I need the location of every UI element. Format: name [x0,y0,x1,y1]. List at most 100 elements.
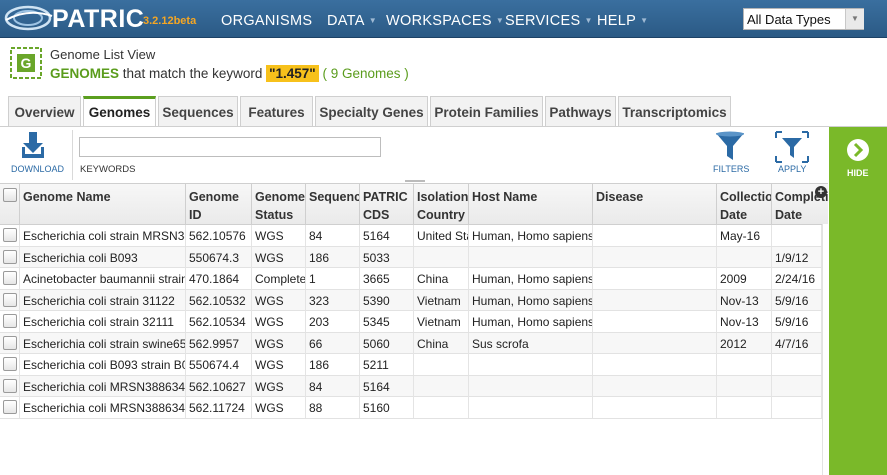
table-row[interactable]: Escherichia coli strain swine65 562.9957 W… [0,332,822,354]
nav-help-label: HELP [597,13,637,29]
table-row[interactable]: Escherichia coli B093 strain B093 550674.… [0,354,822,376]
col-host-name[interactable]: Host Name [469,184,593,225]
row-checkbox[interactable] [3,335,17,350]
col-collection-date[interactable]: Collection Date [717,184,772,225]
nav-services[interactable]: SERVICES ▼ [505,13,593,29]
tab-label: Transcriptomics [622,105,727,120]
add-column-icon[interactable]: + [815,186,827,198]
nav-workspaces[interactable]: WORKSPACES ▼ [386,13,504,29]
cell-completion-date [772,354,822,375]
apply-filter-icon[interactable] [774,130,810,164]
tab-pathways[interactable]: Pathways [545,96,616,126]
cell-genome-id: 550674.3 [186,246,252,268]
cell-disease [593,225,717,246]
nav-organisms-label: ORGANISMS [221,13,313,29]
cell-collection-date: Nov-13 [717,289,772,311]
tab-label: Features [248,105,305,120]
tab-features[interactable]: Features [240,96,313,126]
cell-patric-cds: 5345 [360,311,414,332]
cell-genome-name: Escherichia coli strain MRSN388634 [20,225,186,246]
cell-patric-cds: 3665 [360,268,414,289]
tab-genomes[interactable]: Genomes [83,96,156,126]
col-patric-cds[interactable]: PATRIC CDS [360,184,414,225]
hide-button[interactable]: HIDE [847,168,869,178]
nav-services-label: SERVICES [505,13,581,29]
cell-disease [593,332,717,354]
table-row[interactable]: Escherichia coli strain 31122 562.10532 WG… [0,289,822,311]
cell-genome-status: Complete [252,268,306,289]
vertical-scrollbar[interactable] [822,224,828,475]
table-row[interactable]: Escherichia coli strain 32111 562.10534 WG… [0,311,822,333]
table-row[interactable]: Escherichia coli MRSN388634-sp 562.11724 W… [0,397,822,419]
logo-swoosh-icon [4,5,53,31]
cell-genome-status: WGS [252,246,306,268]
col-label: Host Name [472,190,538,204]
tab-sequences[interactable]: Sequences [158,96,238,126]
row-checkbox[interactable] [3,271,17,285]
cell-sequences: 66 [306,332,360,354]
table-row[interactable]: Escherichia coli B093 550674.3 WGS 186 5033 1… [0,246,822,268]
chevron-down-icon[interactable]: ▼ [845,9,864,29]
cell-sequences: 84 [306,225,360,246]
row-checkbox[interactable] [3,357,17,371]
col-label: Isolation [417,190,469,204]
cell-genome-id: 550674.4 [186,354,252,375]
keywords-input[interactable] [79,137,381,157]
row-checkbox[interactable] [3,378,17,393]
hide-panel[interactable] [829,127,887,475]
col-genome-name[interactable]: Genome Name [20,184,186,225]
select-all-checkbox[interactable] [3,188,17,202]
col-label-2: Status [255,208,294,222]
tab-protein-families[interactable]: Protein Families [430,96,543,126]
col-sequences[interactable]: Sequences [306,184,360,225]
table-row[interactable]: Escherichia coli strain MRSN388634562.10… [0,225,822,247]
tab-label: Sequences [162,105,234,120]
tab-overview[interactable]: Overview [8,96,81,126]
chevron-right-circle-icon[interactable] [846,138,870,162]
toolbar-drag-handle[interactable] [405,180,425,182]
col-label-2: CDS [363,208,390,222]
table-row[interactable]: Escherichia coli MRSN388634 562.10627 WGS 8… [0,375,822,397]
col-genome-id[interactable]: Genome ID [186,184,252,225]
tab-transcriptomics[interactable]: Transcriptomics [618,96,731,126]
tab-specialty-genes[interactable]: Specialty Genes [315,96,428,126]
patric-logo[interactable]: PATRIC 3.2.12beta [4,2,214,34]
col-genome-status[interactable]: Genome Status [252,184,306,225]
row-checkbox[interactable] [3,314,17,328]
cell-disease [593,289,717,311]
col-disease[interactable]: Disease [593,184,717,225]
cell-isolation-country [414,246,469,268]
tab-bar: Overview Genomes Sequences Features Spec… [8,96,887,126]
row-select-cell [0,225,20,246]
cell-collection-date [717,375,772,397]
filter-funnel-icon[interactable] [712,130,748,164]
row-checkbox[interactable] [3,228,17,242]
nav-workspaces-label: WORKSPACES [386,13,492,29]
row-select-cell [0,268,20,289]
table-row[interactable]: Acinetobacter baumannii strain XH386470.… [0,268,822,290]
row-checkbox[interactable] [3,400,17,414]
cell-isolation-country: United States [414,225,469,246]
tab-label: Pathways [549,105,612,120]
row-checkbox[interactable] [3,249,17,264]
apply-button[interactable]: APPLY [778,164,806,174]
cell-sequences: 84 [306,375,360,397]
nav-organisms[interactable]: ORGANISMS [221,13,312,29]
cell-disease [593,246,717,268]
nav-data[interactable]: DATA ▼ [327,13,377,29]
filters-button[interactable]: FILTERS [713,164,749,174]
cell-isolation-country [414,375,469,397]
cell-completion-date: 5/9/16 [772,289,822,311]
col-label: Sequences [309,190,359,204]
nav-help[interactable]: HELP ▼ [597,13,648,29]
cell-completion-date: 4/7/16 [772,332,822,354]
cell-sequences: 203 [306,311,360,332]
cell-host-name: Human, Homo sapiens [469,268,593,289]
download-button[interactable]: DOWNLOAD [11,164,64,174]
col-label-2: Date [775,208,803,222]
svg-text:G: G [21,55,32,71]
row-checkbox[interactable] [3,292,17,307]
col-isolation-country[interactable]: Isolation Country [414,184,469,225]
cell-collection-date [717,354,772,375]
keywords-label: KEYWORDS [80,164,136,175]
